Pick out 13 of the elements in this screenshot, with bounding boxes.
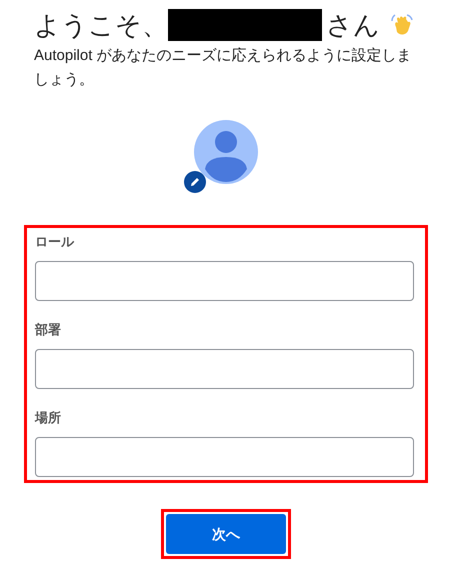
field-label: 部署	[35, 321, 61, 339]
field-label: 場所	[35, 409, 61, 427]
input-field[interactable]	[35, 261, 414, 301]
greeting-text: ようこそ、	[34, 9, 168, 42]
input-field[interactable]	[35, 349, 414, 389]
next-button[interactable]: 次へ	[166, 514, 286, 554]
edit-icon[interactable]	[184, 171, 206, 193]
honorific-text: さん	[326, 9, 380, 42]
input-field[interactable]	[35, 437, 414, 477]
waving-hand-icon	[390, 13, 414, 37]
avatar-icon	[193, 119, 259, 185]
field-label: ロール	[35, 233, 74, 251]
subtitle-text: Autopilot があなたのニーズに応えられるように設定しましょう。	[34, 46, 413, 90]
